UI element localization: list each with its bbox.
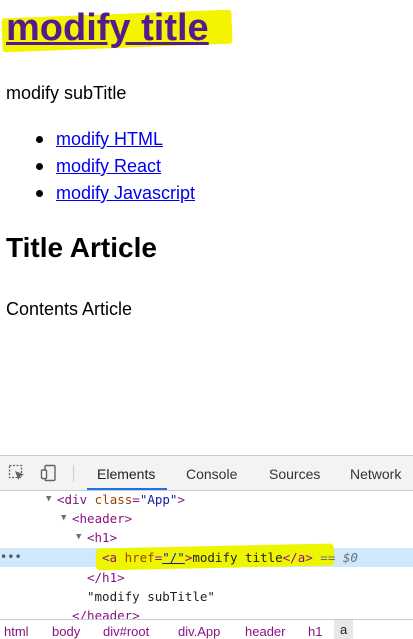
nav-link-javascript[interactable]: modify Javascript (56, 180, 195, 207)
collapse-triangle-icon[interactable]: ▼ (76, 528, 81, 547)
node-text: "modify subTitle" (87, 589, 215, 604)
bullet-icon (36, 190, 43, 197)
tab-sources[interactable]: Sources (269, 456, 320, 490)
breadcrumb: html body div#root div.App header h1 a (0, 619, 413, 639)
collapse-triangle-icon[interactable]: ▼ (46, 491, 51, 509)
tag-close: </header> (72, 608, 140, 619)
more-options-icon[interactable]: ••• (0, 548, 22, 567)
dom-node-header-close[interactable]: </header> (0, 606, 413, 619)
tag-close: </a> (282, 550, 313, 565)
devtools-panel: Elements Console Sources Network ▼ <div … (0, 455, 413, 639)
breadcrumb-h1[interactable]: h1 (308, 622, 322, 639)
dom-text-node[interactable]: "modify subTitle" (0, 587, 413, 606)
article-title: Title Article (6, 232, 157, 263)
dom-node-h1[interactable]: ▼ <h1> (0, 528, 413, 547)
breadcrumb-header[interactable]: header (245, 622, 285, 639)
breadcrumb-a[interactable]: a (334, 620, 354, 639)
device-toolbar-icon[interactable] (40, 464, 58, 482)
inspect-element-icon[interactable] (8, 464, 26, 482)
article-body: Contents Article (6, 299, 133, 319)
tag-close: > (177, 492, 185, 507)
breadcrumb-div-app[interactable]: div.App (178, 622, 220, 639)
rendered-page: modify title modify subTitle modify HTML… (0, 0, 413, 455)
dom-node-div-app[interactable]: ▼ <div class="App"> (0, 491, 413, 509)
breadcrumb-html[interactable]: html (4, 622, 29, 639)
tag-open: <h1> (87, 530, 118, 545)
dom-node-h1-close[interactable]: </h1> (0, 568, 413, 587)
page-subtitle: modify subTitle (6, 83, 127, 103)
breadcrumb-div-root[interactable]: div#root (103, 622, 149, 639)
bullet-icon (36, 136, 43, 143)
tab-network[interactable]: Network (350, 456, 401, 490)
collapse-triangle-icon[interactable]: ▼ (61, 509, 66, 528)
dom-node-header[interactable]: ▼ <header> (0, 509, 413, 528)
dom-tree: ▼ <div class="App"> ▼ <header> ▼ <h1> ••… (0, 491, 413, 619)
tab-elements[interactable]: Elements (86, 456, 168, 490)
console-ref-hint: == $0 (320, 550, 358, 565)
attr-value: "App" (139, 492, 178, 507)
attr-value-link[interactable]: "/" (162, 550, 185, 565)
tag-open: <a (102, 550, 118, 565)
attr-name: href (124, 550, 155, 565)
bullet-icon (36, 163, 43, 170)
tag-open: <div (57, 492, 88, 507)
nav-link-html[interactable]: modify HTML (56, 126, 163, 153)
tab-console[interactable]: Console (186, 456, 237, 490)
breadcrumb-body[interactable]: body (52, 622, 80, 639)
attr-name: class (94, 492, 133, 507)
page-title-link[interactable]: modify title (6, 2, 209, 54)
nav-link-react[interactable]: modify React (56, 153, 161, 180)
node-text: modify title (192, 550, 283, 565)
dom-node-a-selected[interactable]: ••• <a href="/">modify title</a> == $0 (0, 543, 413, 571)
tag-open: <header> (72, 511, 133, 526)
toolbar-divider (73, 465, 74, 482)
tag-close: </h1> (87, 570, 125, 585)
devtools-toolbar: Elements Console Sources Network (0, 456, 413, 491)
